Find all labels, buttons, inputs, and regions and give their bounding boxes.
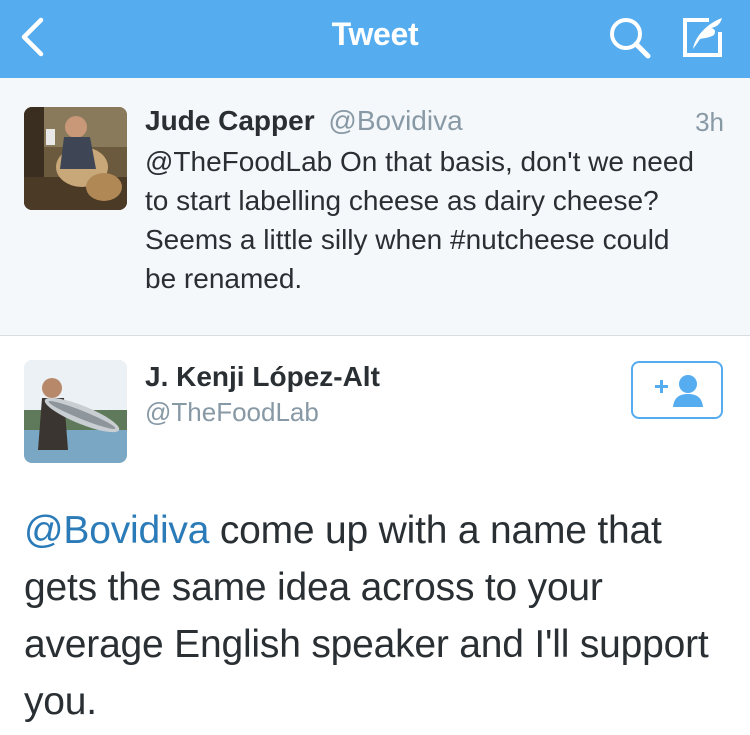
mention-link[interactable]: @Bovidiva <box>24 509 209 552</box>
navigation-bar: Tweet <box>0 0 750 78</box>
reply-tweet-text: @TheFoodLab On that basis, don't we need… <box>145 146 695 294</box>
follow-button[interactable] <box>631 361 723 419</box>
avatar-photo <box>24 360 127 463</box>
compose-button[interactable] <box>680 14 730 62</box>
reply-author: Jude Capper @Bovidiva <box>145 105 463 137</box>
avatar[interactable] <box>24 107 127 210</box>
timestamp: 3h <box>695 107 724 137</box>
avatar[interactable] <box>24 360 127 463</box>
reply-tweet[interactable]: Jude Capper @Bovidiva 3h @TheFoodLab On … <box>0 78 750 336</box>
author-handle[interactable]: @TheFoodLab <box>145 397 319 428</box>
add-user-icon <box>655 375 703 407</box>
author-handle[interactable]: @Bovidiva <box>328 105 462 136</box>
author-name[interactable]: J. Kenji López-Alt <box>145 361 380 393</box>
author-name[interactable]: Jude Capper <box>145 105 315 136</box>
compose-icon <box>683 18 722 57</box>
search-button[interactable] <box>606 14 656 62</box>
tweet-text: @Bovidiva come up with a name that gets … <box>24 502 724 730</box>
search-icon <box>610 18 651 59</box>
avatar-photo <box>24 107 127 210</box>
main-tweet: J. Kenji López-Alt @TheFoodLab @Bovidiva… <box>0 336 750 735</box>
